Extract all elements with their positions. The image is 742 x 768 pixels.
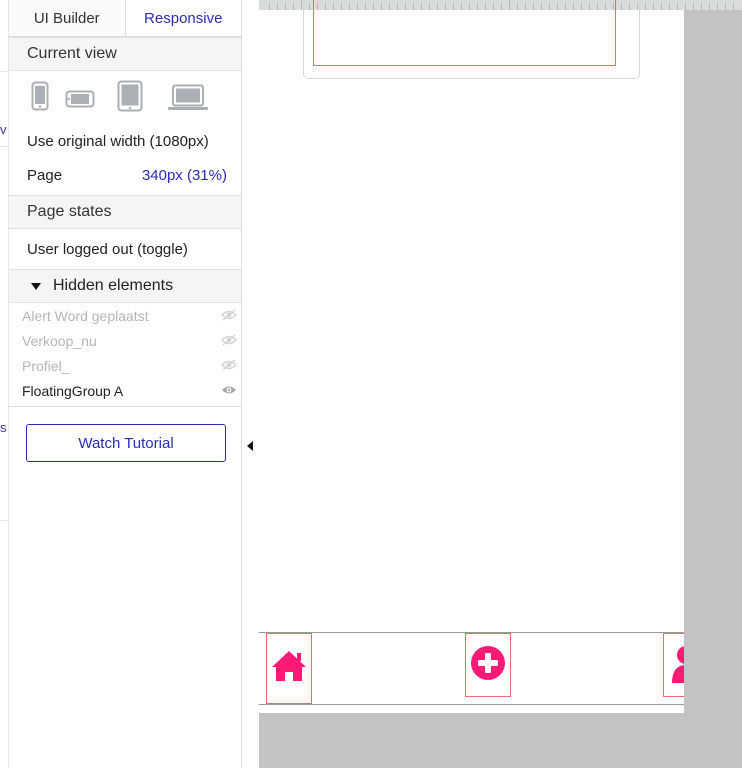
selected-element-outline[interactable] xyxy=(313,0,616,66)
page-states-heading: Page states xyxy=(9,195,241,229)
device-selector xyxy=(9,71,241,121)
page-state-label: User logged out (toggle) xyxy=(27,240,188,258)
divider xyxy=(0,71,9,72)
divider xyxy=(0,520,9,521)
phone-landscape-icon[interactable] xyxy=(65,90,95,108)
tab-responsive[interactable]: Responsive xyxy=(125,0,241,36)
nav-home-button[interactable] xyxy=(266,633,312,704)
hidden-element-item[interactable]: Profiel_ xyxy=(9,353,241,378)
hidden-elements-heading: Hidden elements xyxy=(53,277,174,294)
responsive-panel: UI Builder Responsive Current view Use o… xyxy=(9,0,242,768)
nav-add-button[interactable] xyxy=(465,633,511,697)
eye-slash-icon[interactable] xyxy=(221,333,237,349)
page-width-row: Page 340px (31%) xyxy=(9,158,241,192)
collapse-panel-arrow[interactable] xyxy=(247,441,253,451)
phone-portrait-icon[interactable] xyxy=(31,81,49,111)
hidden-element-label: Alert Word geplaatst xyxy=(22,307,149,324)
page-state-item[interactable]: User logged out (toggle) xyxy=(9,229,241,269)
page-canvas[interactable] xyxy=(259,0,684,713)
divider xyxy=(0,146,9,147)
current-view-heading: Current view xyxy=(9,37,241,71)
nav-profile-button[interactable] xyxy=(663,633,684,697)
hidden-element-item[interactable]: Verkoop_nu xyxy=(9,328,241,353)
group-element[interactable] xyxy=(303,0,640,79)
user-icon xyxy=(670,643,684,688)
caret-down-icon xyxy=(31,282,41,290)
hidden-element-label: FloatingGroup A xyxy=(22,382,124,399)
home-icon xyxy=(270,649,308,688)
hidden-element-item[interactable]: Alert Word geplaatst xyxy=(9,303,241,328)
original-width-option[interactable]: Use original width (1080px) xyxy=(9,124,241,158)
page-label: Page xyxy=(27,166,63,184)
tablet-icon[interactable] xyxy=(117,80,143,112)
eye-slash-icon[interactable] xyxy=(221,358,237,374)
cut-off-text: s xyxy=(0,420,7,435)
watch-tutorial-button[interactable]: Watch Tutorial xyxy=(26,424,226,462)
cut-off-text: v xyxy=(0,122,7,137)
panel-tabs: UI Builder Responsive xyxy=(9,0,241,37)
left-strip: v s xyxy=(0,0,9,768)
hidden-element-label: Profiel_ xyxy=(22,357,70,374)
hidden-elements-toggle[interactable]: Hidden elements xyxy=(9,269,241,303)
hidden-elements-list: Alert Word geplaatst Verkoop_nu Profiel_… xyxy=(9,303,241,407)
page-width-value[interactable]: 340px (31%) xyxy=(142,167,227,184)
laptop-icon[interactable] xyxy=(167,84,209,112)
original-width-label: Use original width (1080px) xyxy=(27,132,209,150)
eye-icon[interactable] xyxy=(221,383,237,399)
hidden-element-item[interactable]: FloatingGroup A xyxy=(9,378,241,403)
floating-group-bottom-nav[interactable] xyxy=(259,632,684,705)
add-circle-icon xyxy=(470,645,506,686)
eye-slash-icon[interactable] xyxy=(221,308,237,324)
tab-ui-builder[interactable]: UI Builder xyxy=(9,0,126,36)
hidden-element-label: Verkoop_nu xyxy=(22,332,97,349)
